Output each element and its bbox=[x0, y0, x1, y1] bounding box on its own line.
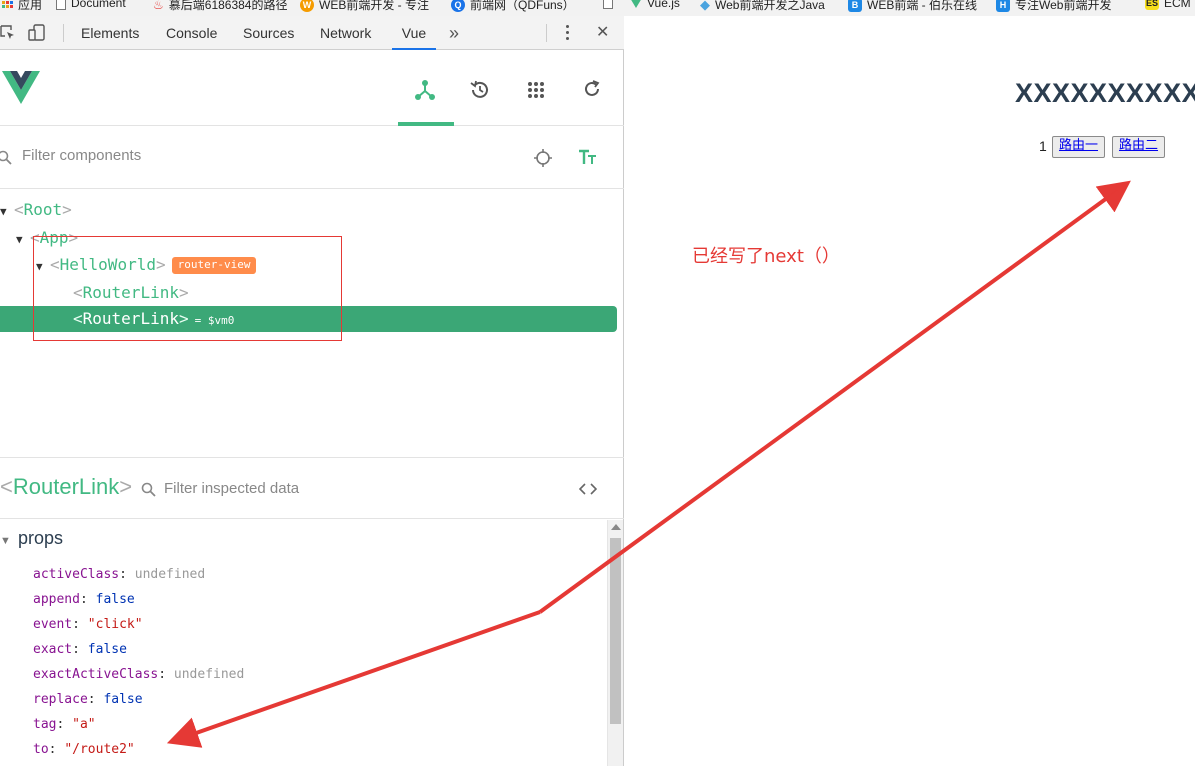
device-toggle-icon[interactable] bbox=[28, 24, 46, 42]
props-scrollbar[interactable] bbox=[607, 520, 623, 766]
bookmark-mukewang[interactable]: ♨ 慕后端6186384的路径 bbox=[153, 0, 287, 13]
es-icon: ES bbox=[1145, 0, 1159, 10]
select-component-icon[interactable] bbox=[533, 148, 553, 168]
page-icon bbox=[56, 0, 66, 10]
props-title[interactable]: ▼ props bbox=[0, 528, 63, 549]
annotation-highlight-box bbox=[33, 236, 342, 341]
tab-vue[interactable]: Vue bbox=[392, 16, 436, 50]
toolbar-separator bbox=[546, 24, 547, 42]
format-text-icon[interactable] bbox=[578, 149, 598, 167]
tab-sources[interactable]: Sources bbox=[243, 16, 294, 50]
refresh-icon[interactable] bbox=[582, 79, 602, 99]
prop-row: event: "click" bbox=[33, 617, 143, 632]
tree-node-root[interactable]: ▼ <Root> bbox=[0, 197, 72, 223]
bookmark-webfront[interactable]: W WEB前端开发 - 专注 bbox=[300, 0, 429, 13]
h-icon: H bbox=[996, 0, 1010, 12]
bookmark-bole[interactable]: B WEB前端 - 伯乐在线 bbox=[848, 0, 977, 13]
more-tabs-icon[interactable]: » bbox=[449, 16, 459, 50]
filter-components-bar bbox=[0, 127, 624, 189]
b-icon: B bbox=[848, 0, 862, 12]
bookmarks-bar: 应用 Document ♨ 慕后端6186384的路径 W WEB前端开发 - … bbox=[0, 0, 1195, 16]
collapse-arrow-icon[interactable]: ▼ bbox=[0, 535, 18, 547]
prop-row: to: "/route2" bbox=[33, 742, 135, 757]
route1-link[interactable]: 路由一 bbox=[1052, 136, 1106, 158]
prop-row: tag: "a" bbox=[33, 717, 96, 732]
toolbar-separator bbox=[63, 24, 64, 42]
bookmark-zhuanzhu[interactable]: H 专注Web前端开发 bbox=[996, 0, 1111, 13]
bookmark-vuejs[interactable]: Vue.js bbox=[630, 0, 680, 10]
page-title: XXXXXXXXXX bbox=[1015, 78, 1195, 108]
filter-inspected-input[interactable] bbox=[164, 480, 464, 497]
bookmark-ecma[interactable]: ES ECM bbox=[1145, 0, 1191, 10]
filter-components-input[interactable] bbox=[22, 147, 322, 164]
close-devtools-icon[interactable]: ✕ bbox=[596, 16, 609, 50]
collapse-arrow-icon[interactable]: ▼ bbox=[16, 227, 30, 253]
devtools-panel: Elements Console Sources Network Vue » ✕ bbox=[0, 16, 624, 766]
bookmark-apps[interactable]: 应用 bbox=[2, 0, 42, 13]
tab-console[interactable]: Console bbox=[166, 16, 217, 50]
prop-row: append: false bbox=[33, 592, 135, 607]
flame-icon: ♨ bbox=[153, 0, 164, 12]
prop-row: activeClass: undefined bbox=[33, 567, 206, 582]
app-page: XXXXXXXXXX 1 路由一 路由二 已经写了next（） bbox=[625, 16, 1195, 766]
prop-row: replace: false bbox=[33, 692, 143, 707]
devtools-toolbar: Elements Console Sources Network Vue » ✕ bbox=[0, 16, 624, 50]
collapse-arrow-icon[interactable]: ▼ bbox=[0, 199, 14, 225]
inspect-element-icon[interactable] bbox=[0, 25, 16, 41]
components-tab-icon[interactable] bbox=[414, 79, 436, 101]
vuex-tab-icon[interactable] bbox=[526, 80, 546, 100]
kebab-menu-icon[interactable] bbox=[566, 25, 570, 41]
bookmark-java[interactable]: ◆ Web前端开发之Java bbox=[700, 0, 825, 13]
bookmark-document[interactable]: Document bbox=[56, 0, 126, 10]
wb-icon: W bbox=[300, 0, 314, 12]
inspected-component-title: <RouterLink> bbox=[0, 474, 133, 499]
diamond-icon: ◆ bbox=[700, 0, 710, 12]
search-icon bbox=[141, 482, 156, 497]
code-icon[interactable] bbox=[579, 482, 597, 496]
prop-row: exactActiveClass: undefined bbox=[33, 667, 245, 682]
route-number: 1 bbox=[1039, 138, 1047, 154]
tab-network[interactable]: Network bbox=[320, 16, 371, 50]
qd-icon: Q bbox=[451, 0, 465, 12]
scroll-thumb[interactable] bbox=[610, 538, 621, 724]
apps-icon bbox=[2, 1, 13, 8]
tab-elements[interactable]: Elements bbox=[81, 16, 139, 50]
prop-row: exact: false bbox=[33, 642, 127, 657]
scroll-up-icon[interactable] bbox=[611, 524, 621, 530]
vue-icon bbox=[630, 0, 642, 8]
page-icon bbox=[603, 0, 613, 9]
vue-logo-icon bbox=[2, 71, 40, 104]
props-section: ▼ props activeClass: undefined append: fa… bbox=[0, 520, 607, 766]
search-icon bbox=[0, 150, 12, 165]
history-tab-icon[interactable] bbox=[469, 79, 491, 101]
annotation-text: 已经写了next（） bbox=[692, 246, 840, 267]
bookmark-blank[interactable] bbox=[603, 0, 613, 9]
bookmark-qdfuns[interactable]: Q 前端网（QDFuns） bbox=[451, 0, 575, 13]
route2-link[interactable]: 路由二 bbox=[1112, 136, 1166, 158]
vue-devtools-header bbox=[0, 51, 624, 126]
active-tab-indicator bbox=[398, 122, 454, 126]
inspector-header: <RouterLink> bbox=[0, 457, 624, 519]
